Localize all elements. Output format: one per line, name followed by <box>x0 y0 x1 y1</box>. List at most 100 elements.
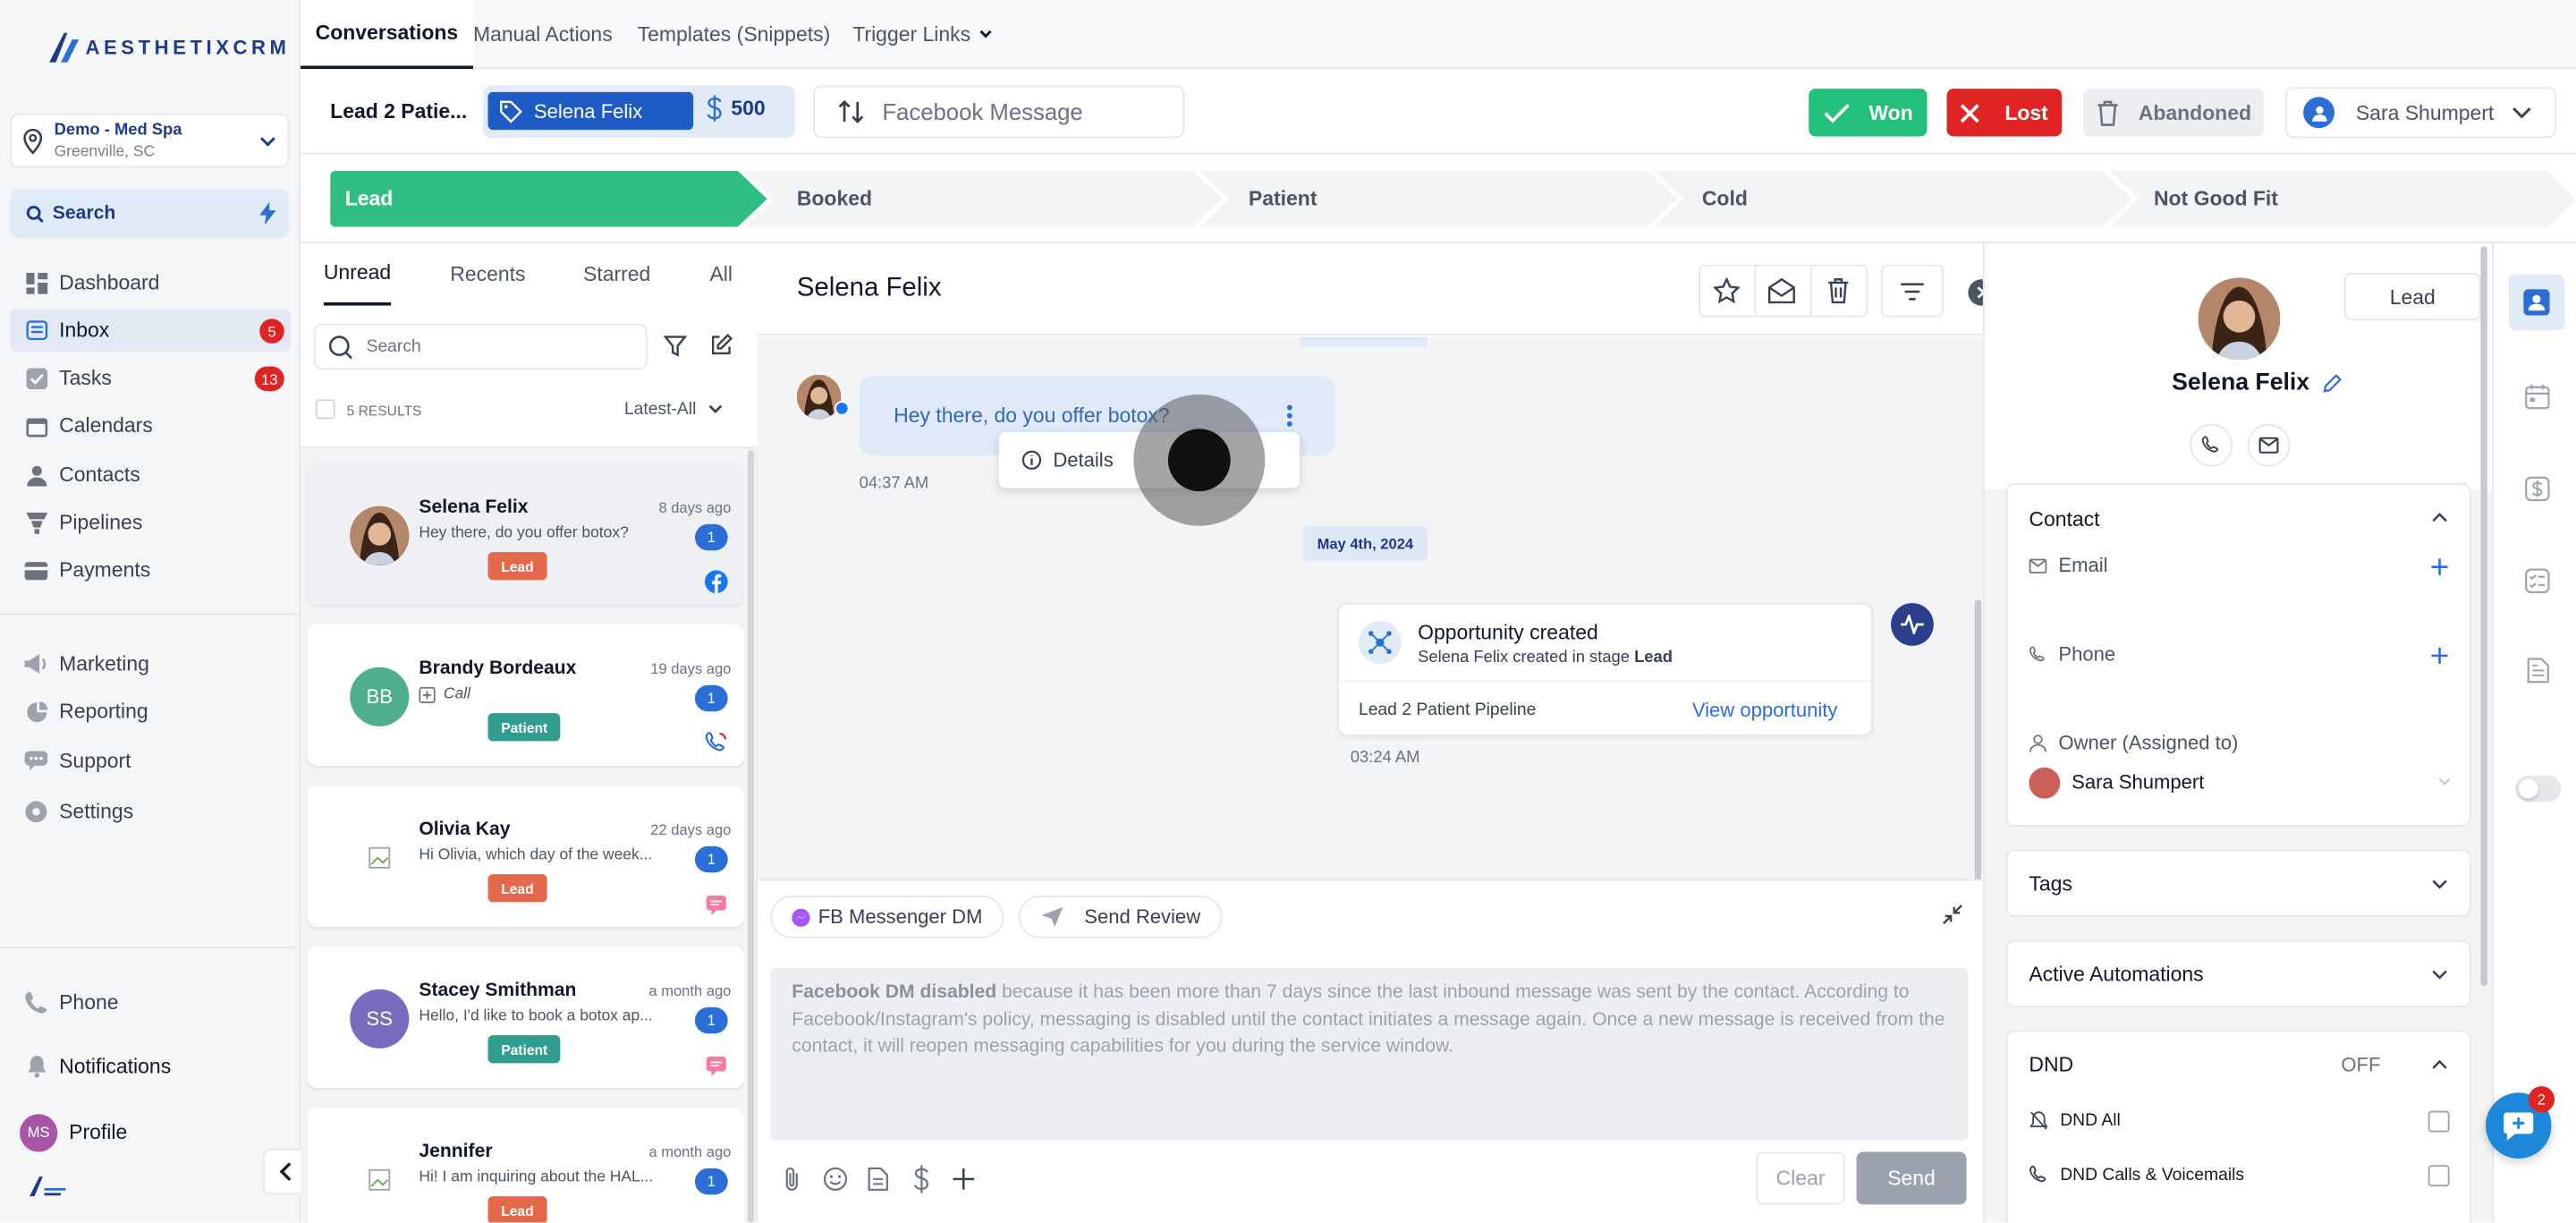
nav-support[interactable]: Support <box>10 740 291 783</box>
edit-pencil-icon[interactable] <box>2323 373 2342 392</box>
conversation-time: 22 days ago <box>650 821 732 838</box>
email-contact-button[interactable] <box>2247 423 2291 467</box>
abandoned-button[interactable]: Abandoned <box>2082 89 2265 137</box>
nav-reporting[interactable]: Reporting <box>10 690 291 733</box>
channel-tab-review[interactable]: Send Review <box>1018 896 1223 938</box>
toggle-switch[interactable] <box>2515 775 2562 803</box>
contact-stage-badge[interactable]: Lead <box>2344 272 2481 321</box>
nav-dashboard[interactable]: Dashboard <box>10 261 291 304</box>
conv-tab-unread[interactable]: Unread <box>323 243 392 306</box>
rail-contact-button[interactable] <box>2508 274 2565 331</box>
select-all-checkbox[interactable] <box>315 399 335 420</box>
add-icon[interactable] <box>953 1168 975 1190</box>
nav-profile[interactable]: MS Profile <box>10 1111 291 1154</box>
mark-unread-icon[interactable] <box>1767 277 1795 304</box>
list-scrollbar[interactable] <box>747 450 755 1223</box>
lost-button[interactable]: Lost <box>1946 89 2063 137</box>
field-label: Owner (Assigned to) <box>2058 731 2239 755</box>
tasks-count-badge: 13 <box>254 366 284 392</box>
stage-booked[interactable]: Booked <box>797 177 872 220</box>
won-button[interactable]: Won <box>1809 89 1928 137</box>
conv-search-input[interactable]: Search <box>313 323 648 370</box>
conv-tab-starred[interactable]: Starred <box>583 243 650 306</box>
view-opportunity-link[interactable]: View opportunity <box>1692 699 1838 722</box>
panel-scrollbar[interactable] <box>2480 246 2487 987</box>
clear-button[interactable]: Clear <box>1756 1151 1845 1205</box>
opportunity-value: 500 <box>731 97 766 121</box>
add-email-icon[interactable] <box>2431 558 2448 575</box>
stage-cold[interactable]: Cold <box>1702 177 1748 220</box>
emoji-icon[interactable] <box>823 1167 848 1192</box>
results-count: 5 RESULTS <box>346 402 422 420</box>
nav-calendars[interactable]: Calendars <box>10 404 291 447</box>
chat-widget-button[interactable]: 2 <box>2485 1086 2555 1159</box>
stage-not-good-fit[interactable]: Not Good Fit <box>2154 177 2278 220</box>
tab-conversations[interactable]: Conversations <box>301 0 473 70</box>
chevron-up-icon[interactable] <box>2431 513 2447 522</box>
activity-text-stage: Lead <box>1634 649 1673 667</box>
conversation-card[interactable]: Selena Felix Hey there, do you offer bot… <box>307 463 745 605</box>
channel-tab-messenger[interactable]: FB Messenger DM <box>770 896 1004 938</box>
payment-icon[interactable] <box>2525 476 2550 502</box>
attachment-icon[interactable] <box>782 1167 801 1193</box>
conversation-card[interactable]: Olivia Kay Hi Olivia, which day of the w… <box>307 785 745 927</box>
channel-selector[interactable]: Facebook Message <box>813 85 1185 139</box>
tab-manual-actions[interactable]: Manual Actions <box>473 0 613 69</box>
cursor-dot <box>1167 429 1231 492</box>
global-search[interactable]: Search <box>10 189 290 239</box>
opportunity-name[interactable]: Lead 2 Patie... <box>330 100 467 123</box>
email-field[interactable]: Email <box>2029 554 2108 577</box>
stage-tag: Patient <box>487 1035 561 1064</box>
nav-phone[interactable]: Phone <box>10 981 291 1024</box>
dnd-all-checkbox[interactable] <box>2428 1110 2450 1133</box>
trash-icon[interactable] <box>1826 277 1850 304</box>
conversation-card[interactable]: BB Brandy Bordeaux Call 19 days ago 1 Pa… <box>307 624 745 766</box>
send-button[interactable]: Send <box>1856 1151 1967 1205</box>
checklist-icon[interactable] <box>2525 568 2550 594</box>
opportunity-contact-chip[interactable]: Selena Felix <box>487 91 694 131</box>
nav-settings[interactable]: Settings <box>10 790 291 833</box>
automations-section[interactable]: Active Automations <box>2005 939 2471 1007</box>
nav-pipelines[interactable]: Pipelines <box>10 501 291 544</box>
nav-marketing[interactable]: Marketing <box>10 642 291 685</box>
location-switcher[interactable]: Demo - Med Spa Greenville, SC <box>10 113 290 168</box>
phone-field[interactable]: Phone <box>2029 642 2115 666</box>
opportunity-value-field[interactable]: 500 <box>707 95 766 122</box>
payment-dollar-icon[interactable] <box>913 1165 929 1193</box>
call-contact-button[interactable] <box>2190 423 2233 467</box>
conv-tab-all[interactable]: All <box>709 243 733 306</box>
calendar-icon[interactable] <box>2525 384 2550 410</box>
stage-patient[interactable]: Patient <box>1249 177 1318 220</box>
tab-trigger-links[interactable]: Trigger Links <box>852 0 992 69</box>
document-icon[interactable] <box>868 1167 889 1192</box>
collapse-arrows-icon[interactable] <box>1942 904 1963 925</box>
stage-lead[interactable]: Lead <box>345 177 394 220</box>
conversation-card[interactable]: SS Stacey Smithman Hello, I'd like to bo… <box>307 946 745 1088</box>
compose-icon[interactable] <box>709 334 733 357</box>
chevron-up-icon[interactable] <box>2431 1059 2447 1070</box>
owner-selector[interactable]: Sara Shumpert <box>2284 87 2556 139</box>
details-menu-item[interactable]: Details <box>1053 448 1113 471</box>
nav-notifications[interactable]: Notifications <box>10 1045 291 1088</box>
conv-tab-recents[interactable]: Recents <box>450 243 525 306</box>
conversation-card[interactable]: Jennifer Hi! I am inquiring about the HA… <box>307 1107 745 1223</box>
owner-select[interactable]: Sara Shumpert <box>2029 766 2451 798</box>
sort-dropdown[interactable]: Latest-All <box>624 399 723 419</box>
nav-payments[interactable]: Payments <box>10 548 291 591</box>
notes-icon[interactable] <box>2527 658 2550 684</box>
tags-section[interactable]: Tags <box>2005 849 2471 917</box>
filter-icon[interactable] <box>664 335 687 357</box>
nav-tasks[interactable]: Tasks 13 <box>10 357 291 400</box>
app-logo[interactable]: AESTHETIXCRM <box>46 30 290 65</box>
star-icon[interactable] <box>1713 277 1741 304</box>
nav-inbox[interactable]: Inbox 5 <box>10 309 292 352</box>
dnd-calls-checkbox[interactable] <box>2428 1165 2450 1187</box>
tab-templates[interactable]: Templates (Snippets) <box>638 0 831 69</box>
add-phone-icon[interactable] <box>2431 647 2448 665</box>
nav-label: Calendars <box>59 413 153 437</box>
contact-card-icon <box>2523 289 2550 316</box>
nav-contacts[interactable]: Contacts <box>10 454 291 497</box>
more-vertical-icon[interactable] <box>1286 404 1292 428</box>
filter-messages-button[interactable] <box>1881 264 1944 318</box>
chat-panel: Selena Felix Hey there, do you offer bot… <box>757 242 1995 1223</box>
